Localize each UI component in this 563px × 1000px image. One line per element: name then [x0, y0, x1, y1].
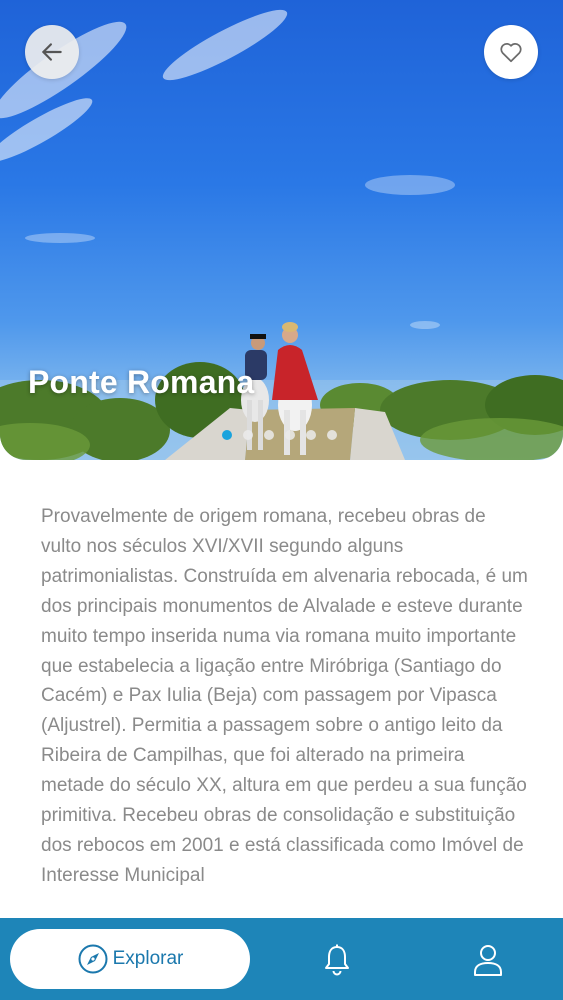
heart-icon — [500, 43, 522, 63]
pagination-dot-active[interactable] — [222, 430, 232, 440]
profile-tab[interactable] — [470, 941, 506, 979]
pagination-dot[interactable] — [264, 430, 274, 440]
arrow-left-icon — [42, 43, 62, 61]
notifications-tab[interactable] — [319, 941, 355, 979]
user-icon — [474, 945, 502, 976]
pagination-dot[interactable] — [285, 430, 295, 440]
favorite-button[interactable] — [484, 25, 538, 79]
bell-icon — [325, 944, 349, 976]
place-description: Provavelmente de origem romana, recebeu … — [41, 506, 528, 886]
explore-tab-label: Explorar — [112, 948, 184, 969]
back-button[interactable] — [25, 25, 79, 79]
pagination-dot[interactable] — [327, 430, 337, 440]
hero-image[interactable]: Ponte Romana — [0, 0, 563, 460]
gallery-pagination — [222, 430, 337, 440]
pagination-dot[interactable] — [306, 430, 316, 440]
explore-tab[interactable]: Explorar — [10, 929, 250, 989]
pagination-dot[interactable] — [243, 430, 253, 440]
bottom-navigation: Explorar — [0, 918, 563, 1000]
compass-icon — [78, 944, 108, 974]
place-title: Ponte Romana — [28, 364, 255, 400]
